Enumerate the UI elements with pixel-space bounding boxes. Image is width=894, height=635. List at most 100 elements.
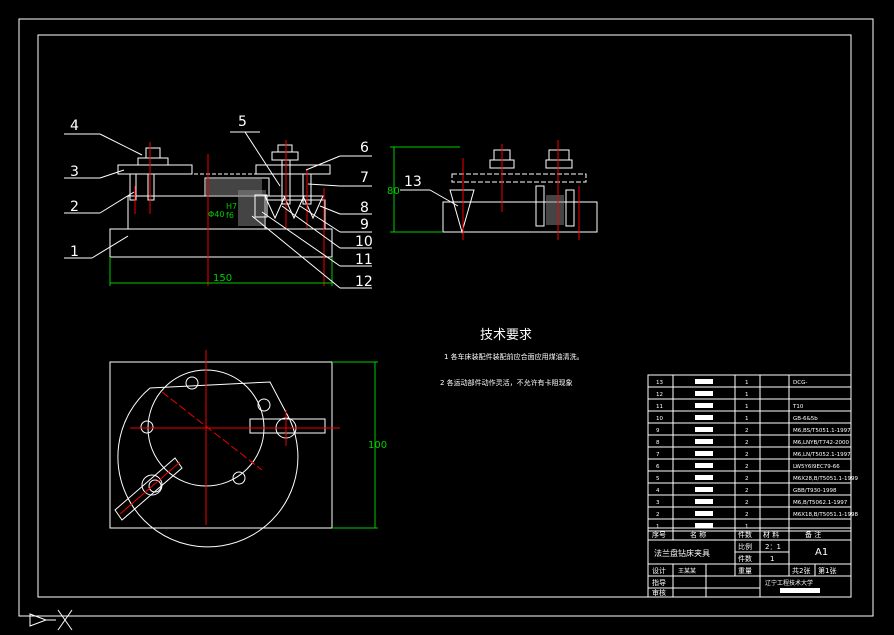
count-label: 件数 <box>738 554 752 563</box>
bom-row-no: 3 <box>656 500 660 506</box>
label-3: 3 <box>70 164 79 180</box>
label-8: 8 <box>360 200 369 216</box>
bom-row-std: GB-6&5b <box>793 416 818 422</box>
label-11: 11 <box>355 252 373 268</box>
tech-item-2: 2 各运动部件动作灵活，不允许有卡阻现象 <box>440 378 573 387</box>
bom-row-name-redacted <box>695 391 713 396</box>
fit-tolerance-top: H7 <box>226 202 237 211</box>
bom-row-std: M6,LN/T5052.1-1997 <box>793 452 851 458</box>
inner-frame <box>37 34 852 598</box>
bom-row-no: 8 <box>656 440 660 446</box>
label-12: 12 <box>355 274 373 290</box>
bom-row-name-redacted <box>695 523 713 528</box>
bom-row-no: 1 <box>656 524 660 530</box>
bom-row-name-redacted <box>695 487 713 492</box>
design-label: 设计 <box>652 566 666 575</box>
bom-row-qty: 2 <box>745 488 749 494</box>
bom-row-qty: 2 <box>745 464 749 470</box>
dim-height-top: 100 <box>368 440 387 451</box>
bom-row-no: 7 <box>656 452 660 458</box>
front-view: 150 H7 Φ40 f6 4 3 2 1 5 6 7 8 9 10 11 12 <box>64 114 373 290</box>
bom-row-qty: 2 <box>745 452 749 458</box>
bom-row-name-redacted <box>695 427 713 432</box>
school-name: 辽宁工程技术大学 <box>765 579 813 587</box>
bom-row-no: 12 <box>656 392 663 398</box>
fit-tolerance-bottom: f6 <box>226 211 234 220</box>
bom-row-qty: 2 <box>745 512 749 518</box>
bom-row-qty: 2 <box>745 440 749 446</box>
tech-item-1: 1 各车床装配件装配前应合面应用煤油清洗。 <box>444 352 584 361</box>
weight-label: 重量 <box>738 567 752 575</box>
bom-row-name-redacted <box>695 475 713 480</box>
label-7: 7 <box>360 170 369 186</box>
bom-row-no: 2 <box>656 512 660 518</box>
scale-value: 2：1 <box>765 543 781 551</box>
bom-row-no: 4 <box>656 488 660 494</box>
bom-row-qty: 1 <box>745 404 749 410</box>
label-9: 9 <box>360 217 369 233</box>
scale-label: 比例 <box>738 542 752 551</box>
ucs-icon <box>29 609 73 631</box>
total-sheets: 共2张 <box>792 566 810 575</box>
bom-row-qty: 1 <box>745 416 749 422</box>
page-number: 第1张 <box>818 566 836 575</box>
designer-name: 王某某 <box>678 568 696 575</box>
bom-row-name-redacted <box>695 415 713 420</box>
top-view: 100 <box>109 350 387 548</box>
base-plate <box>109 228 333 258</box>
title-name: 法兰盘钻床夹具 <box>654 548 710 558</box>
bom-row-name-redacted <box>695 463 713 468</box>
label-6: 6 <box>360 140 369 156</box>
bom-table: 序号 名 称 件数 材 料 备 注 法兰盘钻床夹具 比例 2：1 件数 1 A1… <box>647 374 858 598</box>
bom-row-qty: 2 <box>745 476 749 482</box>
top-base <box>109 361 333 529</box>
dim-width: 150 <box>213 273 232 284</box>
sheet-size: A1 <box>815 547 828 558</box>
bom-row-name-redacted <box>695 499 713 504</box>
label-1: 1 <box>70 244 79 260</box>
bom-row-qty: 1 <box>745 392 749 398</box>
bom-row-name-redacted <box>695 451 713 456</box>
flange-outline <box>117 381 299 548</box>
label-2: 2 <box>70 199 79 215</box>
bom-row-std: M6X28,B/T5051.1-1999 <box>793 476 858 482</box>
review-label: 审核 <box>652 588 666 597</box>
bom-row-std: GBB/T930-1998 <box>793 488 837 494</box>
label-10: 10 <box>355 234 373 250</box>
bom-row-std: LW5Y6I9EC79-66 <box>793 464 840 470</box>
side-view: 80 13 <box>387 140 598 240</box>
knob-right <box>271 151 299 161</box>
bom-row-no: 13 <box>656 380 663 386</box>
count-value: 1 <box>770 555 774 563</box>
bom-row-qty: 2 <box>745 500 749 506</box>
bom-row-qty: 1 <box>745 524 749 530</box>
bom-row-no: 5 <box>656 476 660 482</box>
bom-row-std: T10 <box>792 404 804 410</box>
tech-requirements: 技术要求 1 各车床装配件装配前应合面应用煤油清洗。 2 各运动部件动作灵活，不… <box>440 328 584 387</box>
bom-row-no: 11 <box>656 404 663 410</box>
tech-title: 技术要求 <box>480 328 532 343</box>
check-label: 指导 <box>652 578 666 587</box>
bom-row-name-redacted <box>695 511 713 516</box>
bom-row-std: M6,BS/T5051.1-1997 <box>793 428 851 434</box>
bom-row-std: M6,B/T5062.1-1997 <box>793 500 848 506</box>
bom-row-name-redacted <box>695 403 713 408</box>
bom-row-std: M6X18,B/T5051.1-1998 <box>793 512 858 518</box>
knob-left <box>137 157 169 166</box>
bom-row-qty: 1 <box>745 380 749 386</box>
bom-row-no: 6 <box>656 464 660 470</box>
label-5: 5 <box>238 114 247 130</box>
bom-row-std: M6,LNYB/T742-2000 <box>793 440 849 446</box>
bom-row-name-redacted <box>695 379 713 384</box>
drawing-sheet: 150 H7 Φ40 f6 4 3 2 1 5 6 7 8 9 10 11 12 <box>18 18 874 631</box>
label-4: 4 <box>70 118 79 134</box>
bom-row-no: 10 <box>656 416 663 422</box>
bushing-block <box>264 199 326 230</box>
label-13: 13 <box>404 174 422 190</box>
dim-height-side: 80 <box>387 186 400 197</box>
redacted-block <box>780 588 820 593</box>
bom-row-name-redacted <box>695 439 713 444</box>
fit-diameter: Φ40 <box>208 210 224 219</box>
cad-drawing-canvas[interactable]: 150 H7 Φ40 f6 4 3 2 1 5 6 7 8 9 10 11 12 <box>0 0 894 635</box>
bom-row-std: DCG- <box>793 380 807 386</box>
